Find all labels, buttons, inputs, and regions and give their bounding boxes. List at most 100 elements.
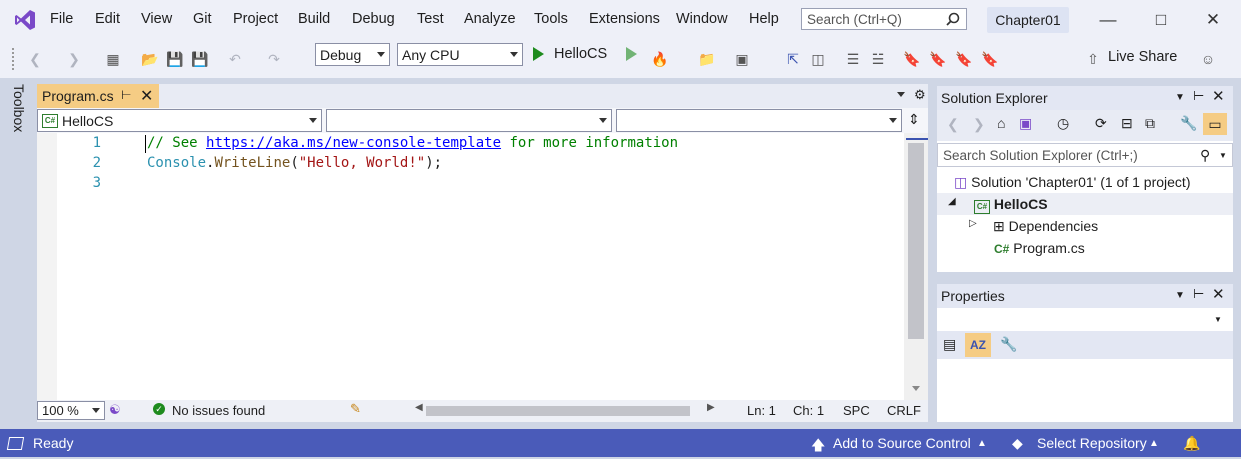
next-bookmark-icon[interactable]: 🔖: [954, 50, 974, 68]
home-icon[interactable]: ⌂: [997, 115, 1005, 131]
issues-status[interactable]: No issues found: [172, 403, 265, 418]
scrollbar-thumb[interactable]: [908, 143, 924, 339]
solution-explorer-icon[interactable]: 📁: [697, 50, 717, 68]
column-indicator[interactable]: Ch: 1: [793, 403, 824, 418]
show-all-files-icon[interactable]: ⧉: [1145, 115, 1155, 132]
scroll-left-icon[interactable]: ◀: [415, 402, 423, 413]
tab-program-cs[interactable]: Program.cs ⊢ ✕: [37, 84, 159, 108]
tab-dropdown-icon[interactable]: [897, 92, 905, 97]
settings-gear-icon[interactable]: ⚙: [914, 87, 926, 103]
select-repository-button[interactable]: Select Repository: [1037, 435, 1147, 451]
solution-name-badge[interactable]: Chapter01: [987, 7, 1069, 33]
close-tab-icon[interactable]: ✕: [140, 86, 153, 106]
maximize-button[interactable]: □: [1146, 6, 1176, 34]
horizontal-scrollbar-thumb[interactable]: [426, 406, 690, 416]
search-options-icon[interactable]: ▼: [1219, 151, 1227, 160]
search-icon[interactable]: ⚲: [1200, 147, 1210, 164]
select-element-icon[interactable]: ⇱: [783, 50, 803, 68]
add-source-control-button[interactable]: Add to Source Control: [833, 435, 971, 451]
menu-file[interactable]: File: [50, 11, 73, 27]
menu-test[interactable]: Test: [417, 11, 444, 27]
chevron-down-icon[interactable]: ▼: [1214, 315, 1222, 324]
start-debugging-icon[interactable]: [533, 47, 544, 61]
scroll-right-icon[interactable]: ▶: [707, 402, 715, 413]
toolbox-label[interactable]: Toolbox: [11, 84, 27, 132]
toolbar-grip[interactable]: [12, 48, 17, 70]
menu-view[interactable]: View: [141, 11, 172, 27]
uncomment-icon[interactable]: ☱: [868, 50, 888, 68]
menu-git[interactable]: Git: [193, 11, 212, 27]
forward-icon[interactable]: ❯: [64, 50, 84, 68]
notifications-bell-icon[interactable]: 🔔: [1183, 435, 1200, 452]
redo-icon[interactable]: ↷: [264, 50, 284, 68]
undo-icon[interactable]: ↶: [225, 50, 245, 68]
vertical-scrollbar[interactable]: [904, 133, 928, 400]
live-share-button[interactable]: Live Share: [1108, 49, 1177, 65]
platform-dropdown[interactable]: Any CPU: [397, 43, 523, 66]
clear-bookmarks-icon[interactable]: 🔖: [980, 50, 1000, 68]
bookmark-icon[interactable]: 🔖: [902, 50, 922, 68]
object-selector-dropdown[interactable]: ▼: [937, 308, 1233, 330]
split-window-icon[interactable]: ⇕: [908, 111, 920, 128]
minimize-button[interactable]: —: [1093, 6, 1123, 34]
file-node[interactable]: C# Program.cs: [994, 240, 1085, 256]
line-ending-indicator[interactable]: CRLF: [887, 403, 921, 418]
menu-project[interactable]: Project: [233, 11, 278, 27]
collapse-arrow-icon[interactable]: ◢: [948, 196, 956, 207]
feedback-icon[interactable]: ☺: [1198, 50, 1218, 68]
menu-build[interactable]: Build: [298, 11, 330, 27]
categorized-icon[interactable]: ▤: [943, 336, 956, 353]
solution-search-input[interactable]: Search Solution Explorer (Ctrl+;) ⚲ ▼: [937, 143, 1233, 167]
menu-window[interactable]: Window: [676, 11, 728, 27]
comment-link[interactable]: https://aka.ms/new-console-template: [206, 135, 501, 151]
prev-bookmark-icon[interactable]: 🔖: [928, 50, 948, 68]
properties-wrench-icon[interactable]: 🔧: [1180, 115, 1197, 132]
search-input[interactable]: Search (Ctrl+Q): [801, 8, 967, 30]
alphabetical-icon[interactable]: AZ: [965, 333, 991, 357]
save-all-icon[interactable]: 💾: [190, 50, 210, 68]
panel-dropdown-icon[interactable]: ▼: [1175, 92, 1185, 103]
preview-selected-icon[interactable]: ▭: [1203, 113, 1227, 135]
pin-icon[interactable]: ⊢: [1193, 88, 1204, 104]
intellicode-icon[interactable]: ☯: [109, 402, 121, 418]
close-button[interactable]: ✕: [1198, 6, 1228, 34]
type-nav-dropdown[interactable]: [326, 109, 612, 132]
close-panel-icon[interactable]: ✕: [1212, 285, 1225, 303]
pin-icon[interactable]: ⊢: [121, 88, 131, 102]
project-nav-dropdown[interactable]: C# HelloCS: [37, 109, 322, 132]
sync-icon[interactable]: ⟳: [1095, 115, 1107, 132]
menu-help[interactable]: Help: [749, 11, 779, 27]
scroll-down-icon[interactable]: [912, 386, 920, 391]
zoom-dropdown[interactable]: 100 %: [37, 401, 105, 420]
menu-debug[interactable]: Debug: [352, 11, 395, 27]
project-node[interactable]: C# HelloCS: [974, 196, 1048, 214]
hot-reload-icon[interactable]: 🔥: [650, 50, 670, 68]
compare-icon[interactable]: ◫: [808, 50, 828, 68]
menu-tools[interactable]: Tools: [534, 11, 568, 27]
dependencies-node[interactable]: ⊞ Dependencies: [993, 218, 1098, 235]
new-project-icon[interactable]: ▦: [103, 50, 123, 68]
chevron-up-icon[interactable]: ▲: [977, 438, 987, 449]
back-icon[interactable]: ❮: [25, 50, 45, 68]
run-target-button[interactable]: HelloCS: [554, 46, 607, 62]
panel-dropdown-icon[interactable]: ▼: [1175, 290, 1185, 301]
switch-views-icon[interactable]: ▣: [1019, 115, 1032, 132]
line-indicator[interactable]: Ln: 1: [747, 403, 776, 418]
property-pages-icon[interactable]: 🔧: [1000, 336, 1017, 353]
pending-changes-icon[interactable]: ◷: [1057, 115, 1069, 132]
collapse-all-icon[interactable]: ⊟: [1121, 115, 1133, 132]
start-without-debugging-icon[interactable]: [626, 47, 637, 61]
configuration-dropdown[interactable]: Debug: [315, 43, 390, 66]
chevron-up-icon[interactable]: ▲: [1149, 438, 1159, 449]
forward-icon[interactable]: ❯: [973, 116, 985, 133]
output-icon[interactable]: [6, 437, 25, 450]
expand-arrow-icon[interactable]: ▷: [969, 218, 977, 229]
comment-icon[interactable]: ☰: [843, 50, 863, 68]
visual-studio-logo-icon[interactable]: [13, 8, 37, 32]
back-icon[interactable]: ❮: [947, 116, 959, 133]
toolbox-strip[interactable]: Toolbox: [0, 78, 31, 422]
close-panel-icon[interactable]: ✕: [1212, 87, 1225, 105]
member-nav-dropdown[interactable]: [616, 109, 902, 132]
menu-analyze[interactable]: Analyze: [464, 11, 516, 27]
whitespace-indicator[interactable]: SPC: [843, 403, 870, 418]
